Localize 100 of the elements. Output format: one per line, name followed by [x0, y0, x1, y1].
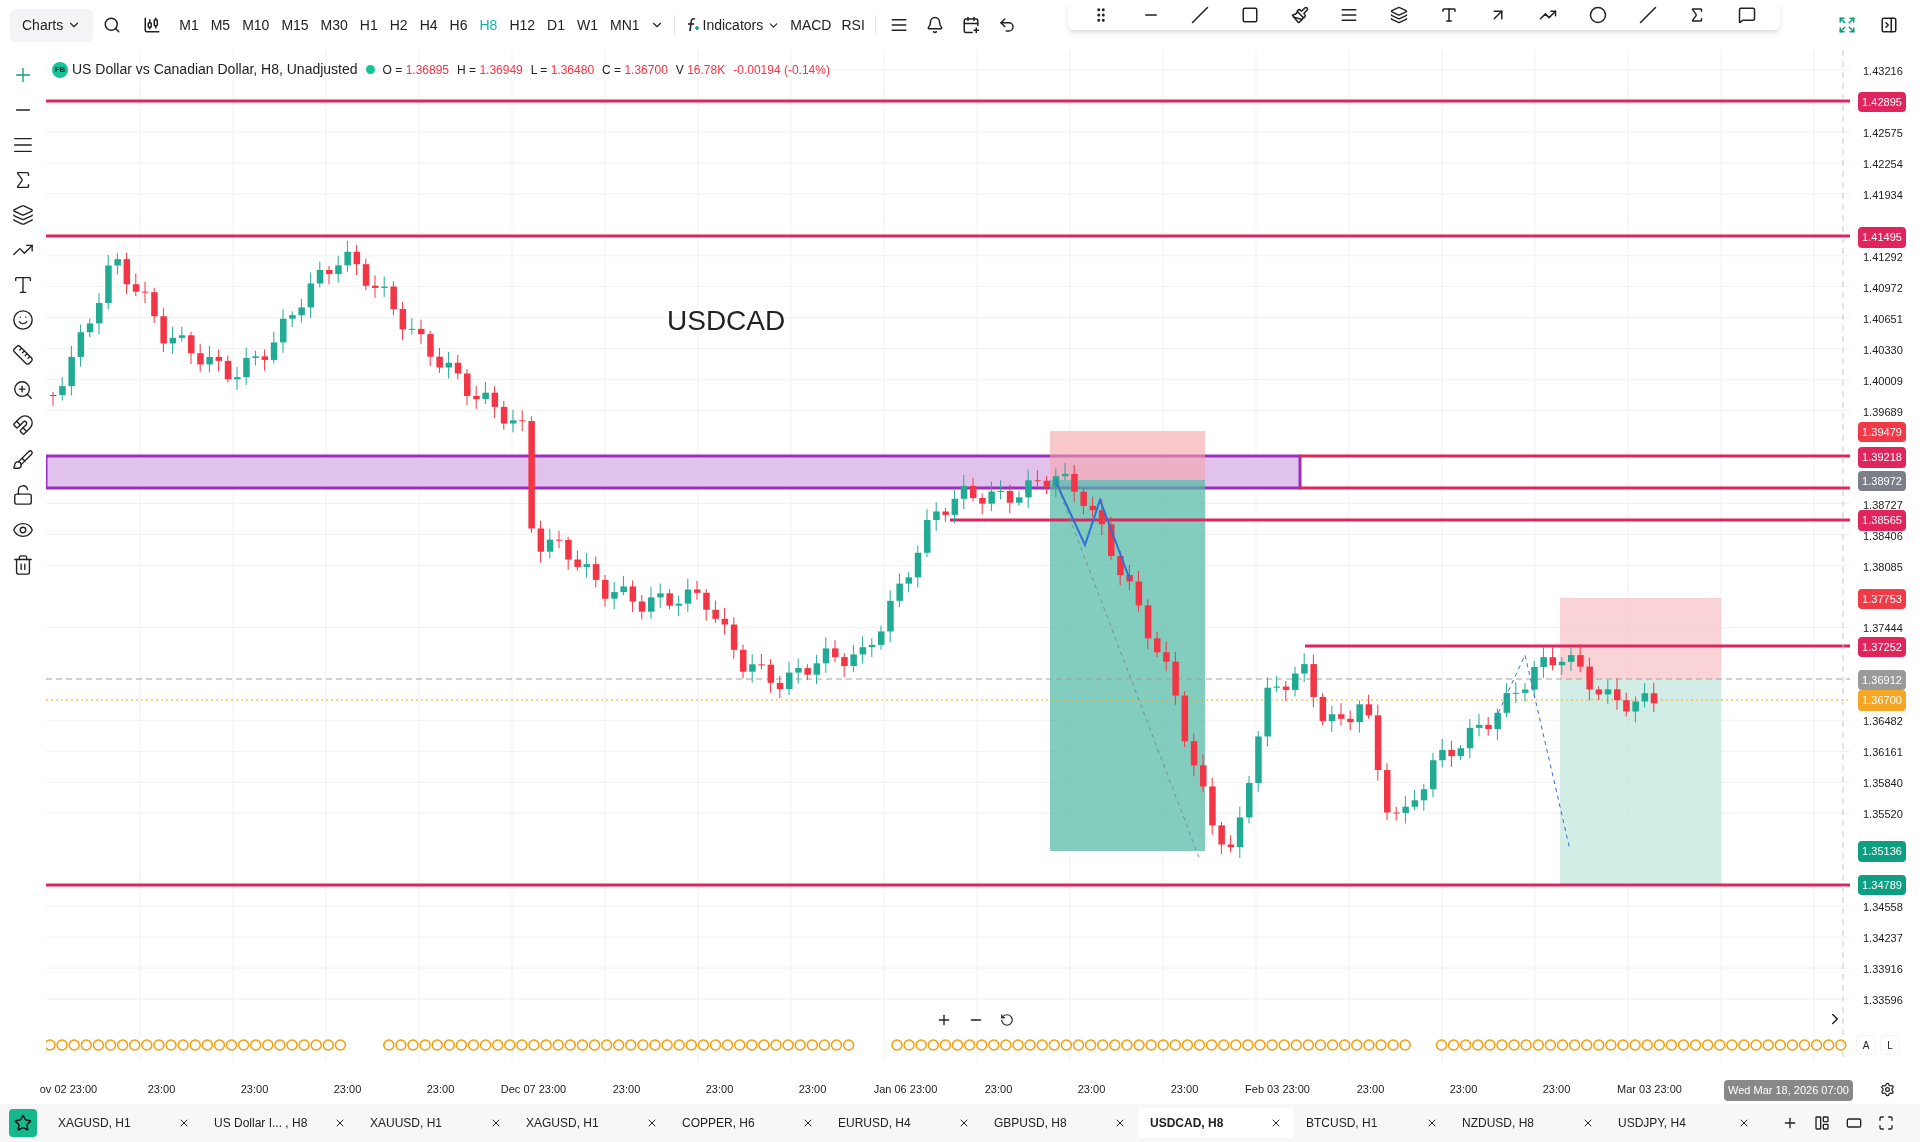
time-label: Mar 03 23:00 — [1616, 1081, 1683, 1097]
expand-icon[interactable] — [1838, 16, 1856, 34]
trash-icon[interactable] — [12, 554, 34, 576]
price-tag: 1.41495 — [1858, 227, 1906, 248]
rectangle-icon[interactable] — [1240, 6, 1259, 24]
timeframe-tab[interactable]: M30 — [320, 14, 348, 36]
timeframe-tab[interactable]: M10 — [242, 14, 270, 36]
chart-tab[interactable]: USDCAD, H8 — [1138, 1108, 1294, 1138]
favorites-button[interactable] — [9, 1109, 37, 1137]
settings-icon[interactable] — [1880, 1082, 1895, 1097]
ohlc-value: H = 1.36949 — [457, 61, 523, 79]
price-tag: 1.38972 — [1858, 470, 1906, 492]
price-note-icon[interactable] — [1738, 6, 1756, 24]
price-tick: 1.41292 — [1863, 249, 1903, 265]
ohlc-value: L = 1.36480 — [530, 61, 595, 79]
timeframe-tab[interactable]: M15 — [281, 14, 309, 36]
price-tag: 1.42895 — [1858, 92, 1906, 113]
price-tick: 1.38727 — [1863, 497, 1903, 513]
undo-icon[interactable] — [997, 16, 1016, 34]
time-label: 23:00 — [146, 1081, 177, 1097]
chart-tab[interactable]: USDJPY, H4 — [1606, 1108, 1762, 1138]
calendar-icon[interactable] — [961, 16, 980, 34]
chart-tab[interactable]: NZDUSD, H8 — [1450, 1108, 1606, 1138]
brush-icon[interactable] — [12, 449, 34, 471]
ruler-icon[interactable] — [12, 344, 34, 366]
price-tag: 1.36700 — [1858, 690, 1906, 711]
scale-button[interactable]: A — [1856, 1035, 1876, 1055]
chart-tab[interactable]: EURUSD, H4 — [826, 1108, 982, 1138]
close-icon[interactable] — [178, 1117, 190, 1129]
reset-icon[interactable] — [1000, 1013, 1014, 1027]
timeframe-tab[interactable]: MN1 — [609, 14, 640, 36]
close-icon[interactable] — [1582, 1117, 1594, 1129]
price-tick: 1.38085 — [1863, 559, 1903, 575]
price-tick: 1.33596 — [1863, 993, 1903, 1008]
time-label: 23:00 — [1541, 1081, 1572, 1097]
circle-icon[interactable] — [1588, 6, 1607, 24]
timeframe-tab[interactable]: W1 — [576, 14, 598, 36]
study-button[interactable]: RSI — [841, 14, 865, 36]
timeframe-tab[interactable]: M1 — [179, 14, 199, 36]
price-tag: 1.39218 — [1858, 447, 1906, 468]
close-icon[interactable] — [1426, 1117, 1438, 1129]
price-tick: 1.36161 — [1863, 745, 1903, 761]
charts-menu[interactable]: Charts — [10, 8, 94, 42]
text-icon[interactable] — [1439, 6, 1458, 24]
window-icon[interactable] — [1846, 1115, 1862, 1131]
chart-tab[interactable]: GBPUSD, H8 — [982, 1108, 1138, 1138]
unlock-icon[interactable] — [12, 484, 34, 506]
price-tag: 1.36912 — [1858, 669, 1906, 691]
chart-tab[interactable]: XAGUSD, H1 — [46, 1108, 202, 1138]
line-icon[interactable] — [1191, 6, 1210, 24]
add-tab-icon[interactable] — [1782, 1115, 1798, 1131]
panel-collapse-icon[interactable] — [1880, 16, 1898, 34]
timeframe-tab[interactable]: H4 — [419, 14, 438, 36]
layout-icon[interactable] — [1814, 1115, 1830, 1131]
template-icon[interactable] — [889, 16, 908, 34]
timeframe-tab[interactable]: H1 — [359, 14, 378, 36]
close-icon[interactable] — [490, 1117, 502, 1129]
time-label: 23:00 — [239, 1081, 270, 1097]
chart-tab[interactable]: BTCUSD, H1 — [1294, 1108, 1450, 1138]
indicators-button[interactable]: Indicators — [684, 14, 781, 36]
smiley-icon[interactable] — [12, 309, 34, 331]
close-icon[interactable] — [1270, 1117, 1282, 1129]
close-icon[interactable] — [334, 1117, 346, 1129]
fullscreen-icon[interactable] — [1878, 1115, 1894, 1131]
timeframe-tab[interactable]: H12 — [509, 14, 536, 36]
timeframe-tab[interactable]: H6 — [449, 14, 468, 36]
brush-icon[interactable] — [1290, 6, 1309, 24]
close-icon[interactable] — [958, 1117, 970, 1129]
magnet-icon[interactable] — [12, 414, 34, 436]
zoom-in-icon[interactable] — [12, 379, 34, 401]
time-label: 23:00 — [797, 1081, 828, 1097]
alert-icon[interactable] — [925, 16, 944, 34]
close-icon[interactable] — [1114, 1117, 1126, 1129]
scale-button[interactable]: L — [1880, 1035, 1900, 1055]
price-tag: 1.35136 — [1858, 841, 1906, 862]
zoom-in-icon[interactable] — [936, 1012, 952, 1028]
price-tick: 1.42575 — [1863, 125, 1903, 141]
timeframe-tab[interactable]: H2 — [389, 14, 408, 36]
study-button[interactable]: MACD — [790, 14, 832, 36]
price-tag: 1.38565 — [1858, 510, 1906, 531]
close-icon[interactable] — [1738, 1117, 1750, 1129]
time-label: 23:00 — [1448, 1081, 1479, 1097]
search-icon[interactable] — [103, 16, 122, 34]
chart-tab[interactable]: US Dollar I... , H8 — [202, 1108, 358, 1138]
parallel-lines-icon[interactable] — [1340, 6, 1359, 24]
close-icon[interactable] — [802, 1117, 814, 1129]
price-tick: 1.37444 — [1863, 621, 1903, 637]
chart-tab[interactable]: XAUUSD, H1 — [358, 1108, 514, 1138]
time-label: Jan 06 23:00 — [872, 1081, 939, 1097]
chart-tab[interactable]: COPPER, H6 — [670, 1108, 826, 1138]
timeframe-tab[interactable]: D1 — [547, 14, 565, 36]
chart-tab[interactable]: XAGUSD, H1 — [514, 1108, 670, 1138]
timeframe-tab[interactable]: M5 — [210, 14, 231, 36]
price-tick: 1.33916 — [1863, 962, 1903, 978]
close-icon[interactable] — [646, 1117, 658, 1129]
candlestick-icon[interactable] — [143, 16, 162, 34]
price-tag: 1.37753 — [1858, 588, 1906, 610]
text-icon[interactable] — [12, 274, 34, 296]
price-tick: 1.40651 — [1863, 311, 1903, 327]
ray-icon[interactable] — [1638, 6, 1657, 24]
